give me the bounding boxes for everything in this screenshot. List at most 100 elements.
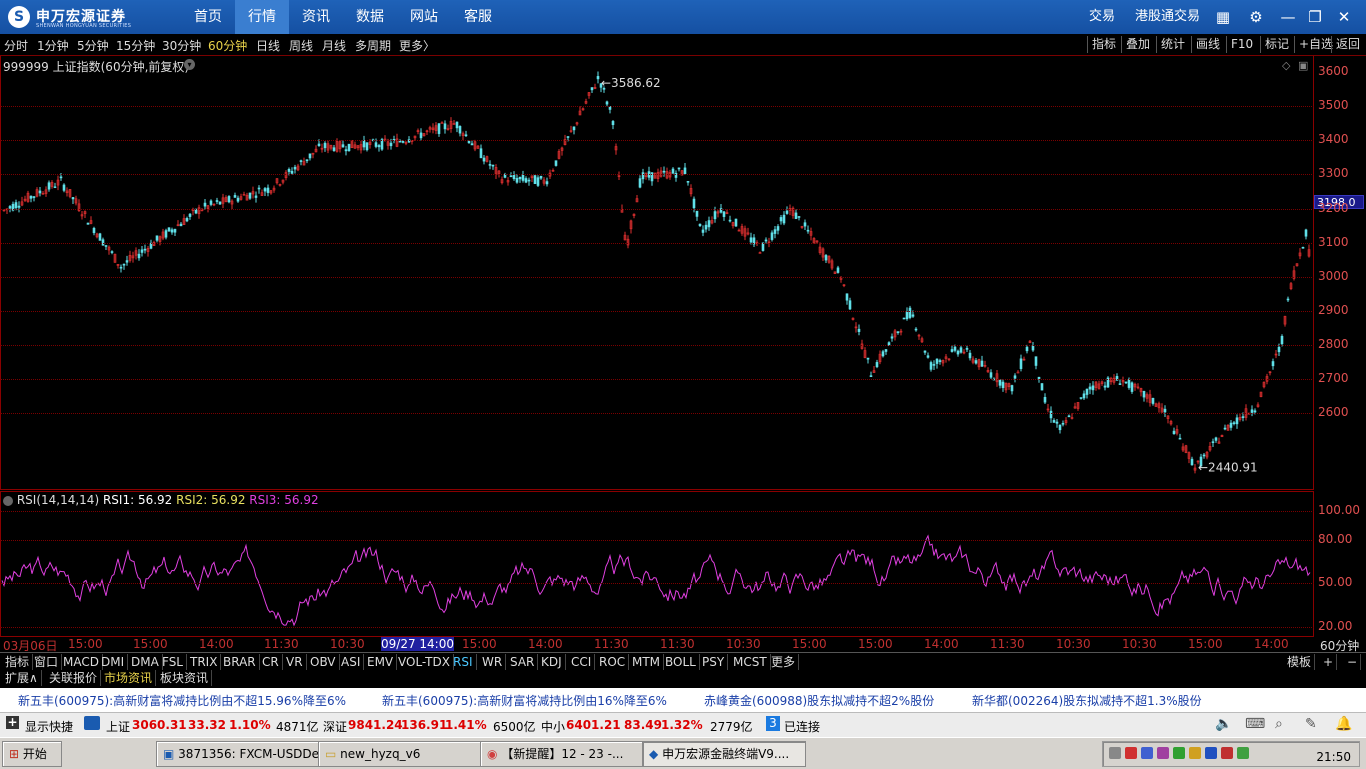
keyboard-tray-icon[interactable] <box>1109 747 1121 759</box>
indicator-tab-22[interactable]: PSY <box>699 654 729 670</box>
trade-link[interactable]: 交易 <box>1089 0 1115 34</box>
toolbar-button-0[interactable]: 指标 <box>1087 36 1120 53</box>
start-button[interactable]: ⊞ 开始 <box>2 741 62 767</box>
indicator-tab-13[interactable]: VOL-TDX <box>395 654 454 670</box>
nav-item-3[interactable]: 数据 <box>343 0 397 34</box>
indicator-tab-16[interactable]: SAR <box>507 654 539 670</box>
indicator-tab-19[interactable]: ROC <box>596 654 630 670</box>
toolbar-button-7[interactable]: 返回 <box>1331 36 1364 53</box>
minimize-icon[interactable]: — <box>1278 7 1298 27</box>
indbar-right-button-1[interactable]: + <box>1320 654 1338 670</box>
period-item-10[interactable]: 更多〉 <box>399 37 435 54</box>
indicator-tab-18[interactable]: CCI <box>568 654 596 670</box>
nav-item-5[interactable]: 客服 <box>451 0 505 34</box>
kline-chart-panel[interactable]: ←3586.62 ←2440.91 <box>0 56 1314 490</box>
news-item[interactable]: 赤峰黄金(600988)股东拟减持不超2%股份 <box>704 692 934 709</box>
kline-chart[interactable]: ←3586.62 ←2440.91 <box>1 56 1313 490</box>
indicator-tab-8[interactable]: CR <box>259 654 283 670</box>
period-item-3[interactable]: 15分钟 <box>116 37 155 54</box>
rsi-indicator-panel[interactable] <box>0 491 1314 637</box>
search-icon[interactable]: ⌕ <box>1275 716 1283 732</box>
taskbar-item-folder[interactable]: ▭ new_hyzq_v6 <box>318 741 482 767</box>
chart-options-icon[interactable]: ▾ <box>184 59 195 70</box>
indicator-tab-5[interactable]: FSL <box>159 654 187 670</box>
bell-icon[interactable]: 🔔 <box>1335 716 1352 732</box>
indicator-tab-21[interactable]: BOLL <box>662 654 700 670</box>
period-item-2[interactable]: 5分钟 <box>77 37 109 54</box>
period-item-5[interactable]: 60分钟 <box>208 37 247 54</box>
indicator-tab-0[interactable]: 指标 <box>2 654 34 670</box>
indbar-right-button-2[interactable]: − <box>1344 654 1362 670</box>
toolbar-button-5[interactable]: 标记 <box>1260 36 1293 53</box>
show-shortcut-label[interactable]: 显示快捷 <box>25 718 73 735</box>
bottom-tab-3[interactable]: 板块资讯 <box>157 670 213 686</box>
toolbar-button-2[interactable]: 统计 <box>1156 36 1189 53</box>
indicator-tab-15[interactable]: WR <box>479 654 507 670</box>
tools-icon[interactable]: ✎ <box>1305 716 1317 732</box>
candle-body <box>533 175 537 185</box>
toolbar-button-1[interactable]: 叠加 <box>1121 36 1154 53</box>
candle-body <box>1058 424 1062 431</box>
speaker-icon[interactable]: 🔈 <box>1215 716 1232 732</box>
indicator-tab-23[interactable]: MCST <box>730 654 771 670</box>
toolbar-button-3[interactable]: 画线 <box>1191 36 1224 53</box>
nav-item-0[interactable]: 首页 <box>181 0 235 34</box>
period-item-9[interactable]: 多周期 <box>355 37 391 54</box>
news-item[interactable]: 新华都(002264)股东拟减持不超1.3%股份 <box>972 692 1202 709</box>
indicator-tab-24[interactable]: 更多 <box>768 654 800 670</box>
indicator-tab-10[interactable]: OBV <box>307 654 340 670</box>
indicator-tab-4[interactable]: DMA <box>128 654 163 670</box>
period-item-1[interactable]: 1分钟 <box>37 37 69 54</box>
indbar-right-button-0[interactable]: 模板 <box>1284 654 1316 670</box>
volume-tray-icon[interactable] <box>1237 747 1249 759</box>
taskbar-item-fxcm[interactable]: ▣ 3871356: FXCM-USDDe... <box>156 741 320 767</box>
plus-icon[interactable]: + <box>6 716 19 729</box>
rsi-chart[interactable] <box>1 492 1313 636</box>
toolbar-button-4[interactable]: F10 <box>1226 36 1257 53</box>
bottom-tab-2[interactable]: 市场资讯 <box>101 670 157 686</box>
price-gridline <box>0 276 1314 278</box>
settings-gear-icon[interactable]: ⚙ <box>1246 7 1266 27</box>
indicator-tab-12[interactable]: EMV <box>364 654 398 670</box>
close-icon[interactable]: ✕ <box>1334 7 1354 27</box>
grid-menu-icon[interactable]: ▦ <box>1213 7 1233 27</box>
period-item-8[interactable]: 月线 <box>322 37 346 54</box>
rsi-options-icon[interactable] <box>3 495 13 506</box>
keyboard-icon[interactable]: ⌨ <box>1245 716 1265 732</box>
app-tray-icon[interactable] <box>1189 747 1201 759</box>
period-item-7[interactable]: 周线 <box>289 37 313 54</box>
update-icon[interactable] <box>1173 747 1185 759</box>
indicator-tab-20[interactable]: MTM <box>629 654 665 670</box>
nav-item-1[interactable]: 行情 <box>235 0 289 34</box>
hk-connect-trade-link[interactable]: 港股通交易 <box>1135 0 1200 34</box>
taskbar-item-browser[interactable]: ◉ 【新提醒】12 - 23 -... <box>480 741 644 767</box>
panel-toggle-icon[interactable]: ▣ <box>1298 59 1308 72</box>
indicator-tab-6[interactable]: TRIX <box>187 654 222 670</box>
period-item-0[interactable]: 分时 <box>4 37 28 54</box>
period-item-4[interactable]: 30分钟 <box>162 37 201 54</box>
indicator-tab-7[interactable]: BRAR <box>220 654 260 670</box>
input-method-icon[interactable] <box>1125 747 1137 759</box>
period-item-6[interactable]: 日线 <box>256 37 280 54</box>
diamond-icon[interactable]: ◇ <box>1282 59 1290 72</box>
restore-icon[interactable]: ❐ <box>1305 7 1325 27</box>
indicator-tab-9[interactable]: VR <box>283 654 307 670</box>
bottom-tab-1[interactable]: 关联报价 <box>46 670 102 686</box>
bottom-tab-0[interactable]: 扩展∧ <box>2 670 42 686</box>
alert-tray-icon[interactable] <box>1221 747 1233 759</box>
indicator-tab-17[interactable]: KDJ <box>538 654 566 670</box>
news-item[interactable]: 新五丰(600975):高新财富将减持比例由16%降至6% <box>382 692 667 709</box>
indicator-tab-1[interactable]: 窗口 <box>31 654 63 670</box>
nav-item-2[interactable]: 资讯 <box>289 0 343 34</box>
indicator-tab-3[interactable]: DMI <box>98 654 129 670</box>
bluetooth-icon[interactable] <box>1205 747 1217 759</box>
news-item[interactable]: 新五丰(600975):高新财富将减持比例由不超15.96%降至6% <box>18 692 346 709</box>
network-icon[interactable] <box>1141 747 1153 759</box>
taskbar-item-terminal[interactable]: ◆ 申万宏源金融终端V9.... <box>642 741 806 767</box>
indicator-tab-2[interactable]: MACD <box>60 654 103 670</box>
nav-item-4[interactable]: 网站 <box>397 0 451 34</box>
security-icon[interactable] <box>1157 747 1169 759</box>
candle-body <box>953 346 957 351</box>
indicator-tab-11[interactable]: ASI <box>338 654 365 670</box>
indicator-tab-14[interactable]: RSI <box>450 654 477 670</box>
